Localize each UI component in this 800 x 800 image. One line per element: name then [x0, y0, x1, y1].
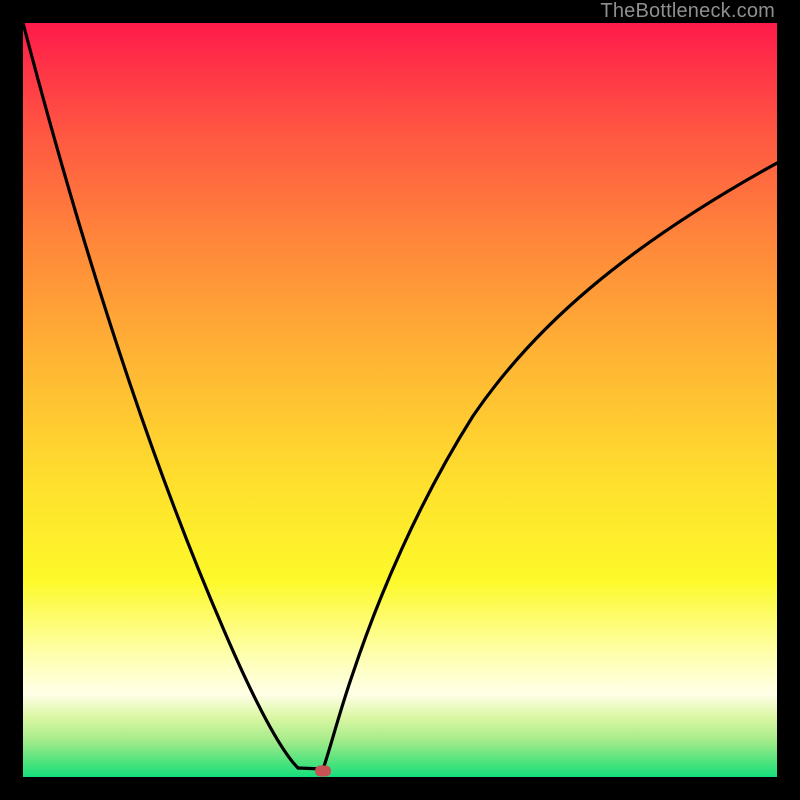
minimum-marker — [315, 766, 331, 777]
chart-gradient-background — [23, 23, 777, 777]
chart-frame — [23, 23, 777, 777]
watermark-text: TheBottleneck.com — [600, 0, 775, 23]
